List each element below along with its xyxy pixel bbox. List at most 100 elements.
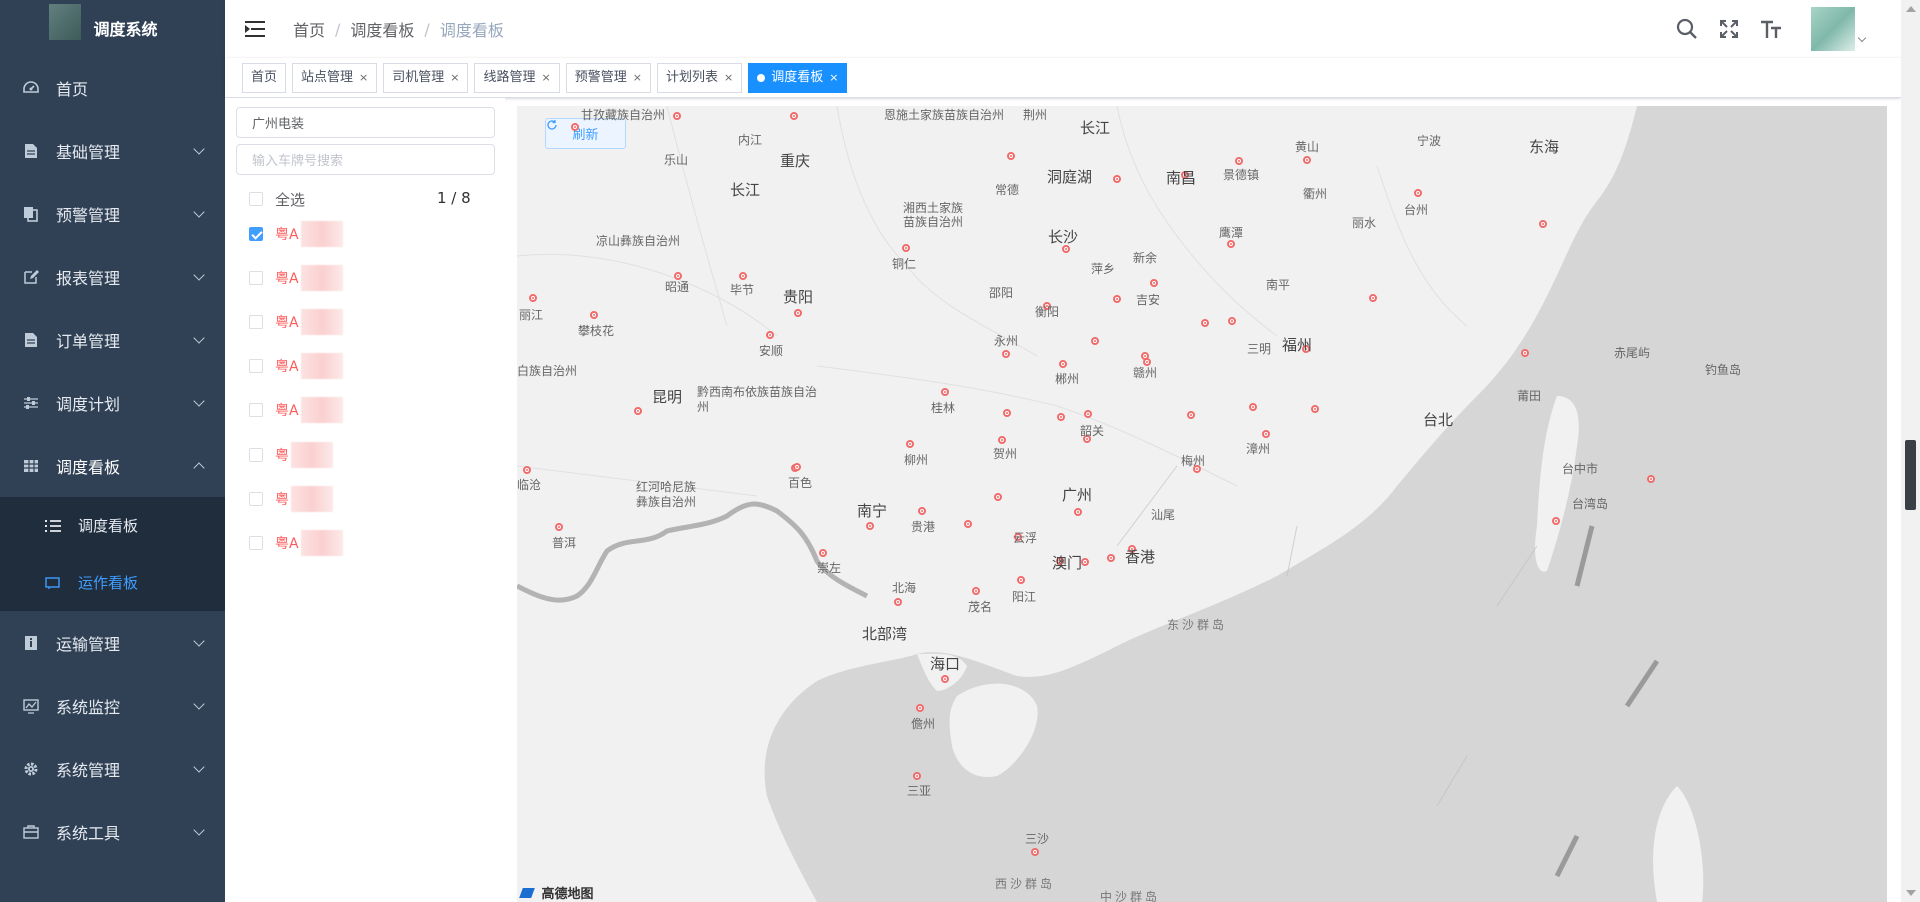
map-marker[interactable]: [1091, 337, 1099, 345]
select-all-checkbox[interactable]: [249, 192, 263, 206]
map-marker[interactable]: [673, 112, 681, 120]
vehicle-checkbox[interactable]: [249, 315, 263, 329]
map-marker[interactable]: [571, 123, 579, 131]
map-marker[interactable]: [866, 522, 874, 530]
map-marker[interactable]: [1227, 240, 1235, 248]
tag-route[interactable]: 线路管理 ×: [474, 62, 560, 93]
logo[interactable]: 调度系统: [0, 0, 225, 56]
map-marker[interactable]: [1228, 317, 1236, 325]
plate-search-input[interactable]: 输入车牌号搜索: [236, 144, 495, 175]
vehicle-checkbox[interactable]: [249, 448, 263, 462]
tag-driver[interactable]: 司机管理 ×: [383, 62, 469, 93]
map-marker[interactable]: [1647, 475, 1655, 483]
map-marker[interactable]: [1017, 576, 1025, 584]
map-marker[interactable]: [1113, 175, 1121, 183]
avatar[interactable]: [1811, 7, 1855, 51]
tag-plan-list[interactable]: 计划列表 ×: [656, 62, 743, 93]
breadcrumb-dispatch-board[interactable]: 调度看板: [350, 17, 414, 41]
map-marker[interactable]: [964, 520, 972, 528]
map-marker[interactable]: [1057, 413, 1065, 421]
vehicle-checkbox[interactable]: [249, 403, 263, 417]
vehicle-checkbox[interactable]: [249, 359, 263, 373]
tag-station[interactable]: 站点管理 ×: [292, 62, 378, 93]
map-marker[interactable]: [1113, 295, 1121, 303]
tag-home[interactable]: 首页: [242, 62, 287, 93]
map-marker[interactable]: [1262, 430, 1270, 438]
map-marker[interactable]: [1235, 157, 1243, 165]
map-marker[interactable]: [1084, 410, 1092, 418]
sidebar-item-report[interactable]: 报表管理: [0, 245, 225, 308]
map-marker[interactable]: [1249, 403, 1257, 411]
vehicle-item[interactable]: 粤A: [249, 265, 343, 291]
vehicle-item[interactable]: 粤: [249, 442, 333, 468]
vehicle-checkbox[interactable]: [249, 536, 263, 550]
map-marker[interactable]: [1081, 558, 1089, 566]
sidebar-item-home[interactable]: 首页: [0, 56, 225, 119]
close-icon[interactable]: ×: [450, 64, 459, 92]
map-marker[interactable]: [894, 598, 902, 606]
tag-warning[interactable]: 预警管理 ×: [565, 62, 651, 93]
map-marker[interactable]: [739, 272, 747, 280]
sidebar-item-transport[interactable]: 运输管理: [0, 611, 225, 674]
map-marker[interactable]: [523, 466, 531, 474]
vehicle-item[interactable]: 粤: [249, 486, 333, 512]
vehicle-checkbox[interactable]: [249, 492, 263, 506]
sidebar-item-order[interactable]: 订单管理: [0, 308, 225, 371]
close-icon[interactable]: ×: [542, 64, 551, 92]
close-icon[interactable]: ×: [724, 64, 733, 92]
map-marker[interactable]: [819, 549, 827, 557]
map-marker[interactable]: [1303, 156, 1311, 164]
sidebar-item-tools[interactable]: 系统工具: [0, 800, 225, 863]
vehicle-item[interactable]: 粤A: [249, 309, 343, 335]
map-marker[interactable]: [906, 440, 914, 448]
company-select[interactable]: 广州电装: [236, 107, 495, 138]
user-menu[interactable]: [1801, 7, 1867, 51]
sidebar-subitem-operation-board[interactable]: 运作看板: [0, 554, 225, 611]
map-marker[interactable]: [766, 331, 774, 339]
map-marker[interactable]: [941, 675, 949, 683]
map-marker[interactable]: [1369, 294, 1377, 302]
vehicle-checkbox[interactable]: [249, 271, 263, 285]
map-marker[interactable]: [794, 309, 802, 317]
fullscreen-icon[interactable]: [1717, 17, 1741, 41]
scrollbar-thumb[interactable]: [1905, 440, 1916, 510]
vehicle-checkbox[interactable]: [249, 227, 263, 241]
vehicle-item[interactable]: 粤A: [249, 221, 343, 247]
map-marker[interactable]: [1107, 554, 1115, 562]
sidebar-subitem-dispatch-board[interactable]: 调度看板: [0, 497, 225, 554]
map-marker[interactable]: [1539, 220, 1547, 228]
map-marker[interactable]: [1031, 848, 1039, 856]
map-marker[interactable]: [1414, 189, 1422, 197]
map-marker[interactable]: [913, 772, 921, 780]
map-marker[interactable]: [790, 112, 798, 120]
map-marker[interactable]: [555, 523, 563, 531]
map-marker[interactable]: [1187, 411, 1195, 419]
sidebar-item-monitor[interactable]: 系统监控: [0, 674, 225, 737]
text-size-icon[interactable]: [1759, 17, 1783, 41]
sidebar-item-warning[interactable]: 预警管理: [0, 182, 225, 245]
page-scrollbar[interactable]: [1901, 0, 1920, 902]
scroll-up-arrow-icon[interactable]: [1906, 6, 1916, 12]
map-marker[interactable]: [972, 587, 980, 595]
map-marker[interactable]: [1003, 409, 1011, 417]
sidebar-item-basic[interactable]: 基础管理: [0, 119, 225, 182]
map-marker[interactable]: [994, 493, 1002, 501]
vehicle-item[interactable]: 粤A: [249, 353, 343, 379]
map-marker[interactable]: [590, 311, 598, 319]
vehicle-item[interactable]: 粤A: [249, 397, 343, 423]
map-marker[interactable]: [793, 463, 801, 471]
map-marker[interactable]: [916, 704, 924, 712]
map-marker[interactable]: [1007, 152, 1015, 160]
close-icon[interactable]: ×: [633, 64, 642, 92]
map-marker[interactable]: [1521, 349, 1529, 357]
sidebar-item-system[interactable]: 系统管理: [0, 737, 225, 800]
breadcrumb-home[interactable]: 首页: [293, 17, 325, 41]
scroll-down-arrow-icon[interactable]: [1906, 890, 1916, 896]
map-marker[interactable]: [1002, 350, 1010, 358]
tag-dispatch-board[interactable]: 调度看板 ×: [748, 62, 848, 93]
sidebar-item-plan[interactable]: 调度计划: [0, 371, 225, 434]
map-marker[interactable]: [1552, 517, 1560, 525]
vehicle-item[interactable]: 粤A: [249, 530, 343, 556]
map-marker[interactable]: [634, 407, 642, 415]
hamburger-icon[interactable]: [245, 21, 265, 37]
